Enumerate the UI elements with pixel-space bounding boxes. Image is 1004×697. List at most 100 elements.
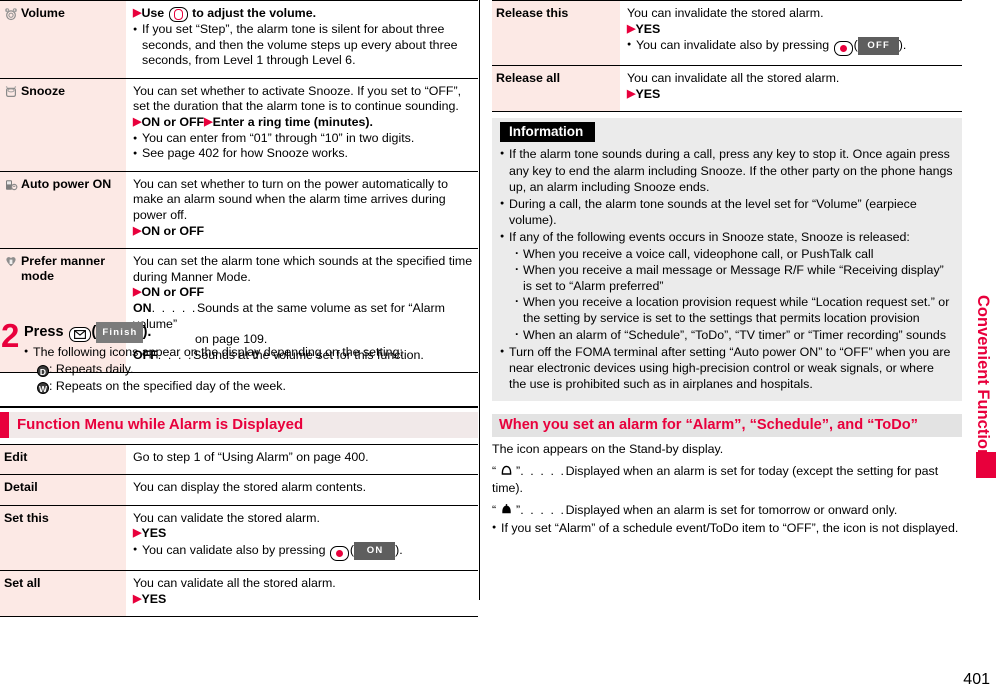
table-row: Auto power ON You can set whether to tur… — [0, 170, 478, 249]
manual-page: Volume ▶Use to adjust the volume. If you… — [0, 0, 1004, 697]
desc-line: ▶ON or OFF▶Enter a ring time (minutes). — [133, 114, 373, 129]
repeat-daily-icon: D — [37, 364, 49, 377]
step-sub: The following icons appear on the displa… — [24, 344, 478, 395]
table-row: Set this You can validate the stored ala… — [0, 504, 478, 571]
information-box: Information If the alarm tone sounds dur… — [492, 118, 962, 402]
term-label: Auto power ON — [21, 176, 112, 191]
alarm-clock-icon — [4, 7, 18, 25]
information-subitem: When an alarm of “Schedule”, “ToDo”, “TV… — [513, 326, 954, 343]
bell-solid-icon — [500, 503, 513, 516]
side-tab-marker — [976, 452, 996, 478]
row-term-auto-power-on: Auto power ON — [0, 170, 126, 249]
mail-key-icon — [68, 327, 91, 342]
center-key-icon — [833, 41, 853, 57]
alarm-icon-heading: When you set an alarm for “Alarm”, “Sche… — [492, 414, 962, 438]
term-label: Snooze — [21, 83, 66, 98]
row-desc-snooze: You can set whether to activate Snooze. … — [126, 77, 478, 172]
nav-key-icon — [168, 7, 188, 22]
step-2-block: 2 Press (Finish). The following icons ap… — [0, 319, 478, 395]
desc-line: You can validate all the stored alarm. — [133, 575, 336, 590]
section-rule — [0, 406, 478, 408]
right-column: Release this You can invalidate the stor… — [492, 0, 962, 697]
desc-line: You can invalidate all the stored alarm. — [627, 71, 840, 86]
term-label: Prefer manner mode — [21, 254, 106, 283]
desc-line: You can set whether to turn on the power… — [133, 176, 449, 222]
term-label: Volume — [21, 6, 65, 20]
table-row: Release this You can invalidate the stor… — [492, 0, 962, 66]
desc-line: You can invalidate the stored alarm. — [627, 6, 824, 20]
alarm-icon-intro: The icon appears on the Stand-by display… — [492, 442, 724, 457]
side-tab: Convenient Functions — [964, 0, 998, 697]
row-term-set-this: Set this — [0, 504, 126, 571]
desc-line: ▶YES — [133, 591, 167, 606]
step-heading: Press (Finish). — [24, 322, 478, 343]
bell-outline-icon — [500, 464, 513, 477]
row-term-edit: Edit — [0, 443, 126, 475]
row-desc-auto-power-on: You can set whether to turn on the power… — [126, 170, 478, 249]
alarm-icon-entry-tomorrow: “ ”. . . . .Displayed when an alarm is s… — [492, 502, 898, 517]
desc-bullet: See page 402 for how Snooze works. — [133, 146, 476, 162]
desc-line: ▶YES — [627, 21, 661, 36]
softkey-label: ON — [354, 541, 396, 560]
softkey-label: OFF — [857, 37, 899, 55]
row-term-detail: Detail — [0, 474, 126, 506]
desc-line: You can set whether to activate Snooze. … — [133, 83, 462, 114]
row-term-set-all: Set all — [0, 569, 126, 618]
alarm-icon-entry-today: “ ”. . . . .Displayed when an alarm is s… — [492, 463, 939, 495]
alarm-icon-note: If you set “Alarm” of a schedule event/T… — [492, 520, 962, 536]
repeat-weekly-line: W: Repeats on the specified day of the w… — [37, 378, 286, 394]
desc-line: You can set the alarm tone which sounds … — [133, 254, 473, 284]
page-number: 401 — [963, 671, 990, 688]
phone-power-icon — [4, 178, 18, 196]
information-subitem: When you receive a location provision re… — [513, 293, 954, 326]
table-row: Snooze You can set whether to activate S… — [0, 77, 478, 172]
function-menu-table-continued: Release this You can invalidate the stor… — [492, 0, 962, 113]
row-term-snooze: Snooze — [0, 77, 126, 172]
information-title: Information — [500, 122, 596, 143]
row-desc-edit: Go to step 1 of “Using Alarm” on page 40… — [126, 443, 478, 475]
repeat-daily-line: D: Repeats daily. — [24, 361, 478, 378]
information-subitem: When you receive a voice call, videophon… — [513, 245, 954, 262]
step-bullet: The following icons appear on the displa… — [24, 344, 478, 361]
desc-bullet: If you set “Step”, the alarm tone is sil… — [133, 22, 476, 69]
arrow-marker: ▶ — [204, 115, 213, 128]
row-desc-release-all: You can invalidate all the stored alarm.… — [620, 65, 962, 113]
table-row: Volume ▶Use to adjust the volume. If you… — [0, 0, 478, 79]
row-desc-detail: You can display the stored alarm content… — [126, 474, 478, 506]
left-column: Volume ▶Use to adjust the volume. If you… — [0, 0, 478, 697]
information-item: If any of the following events occurs in… — [500, 229, 954, 245]
desc-line: ▶YES — [133, 526, 167, 541]
manner-mode-icon — [4, 255, 18, 273]
desc-bullet: You can validate also by pressing (ON). — [133, 541, 476, 561]
desc-line: ▶Use to adjust the volume. — [133, 6, 317, 22]
center-key-icon — [329, 545, 349, 561]
row-term-volume: Volume — [0, 0, 126, 79]
desc-line: You can validate the stored alarm. — [133, 510, 320, 525]
information-item: If the alarm tone sounds during a call, … — [500, 146, 954, 195]
desc-line: ▶YES — [627, 86, 661, 101]
alarm-settings-table: Volume ▶Use to adjust the volume. If you… — [0, 0, 478, 374]
side-tab-label: Convenient Functions — [974, 295, 992, 469]
table-row: Set all You can validate all the stored … — [0, 569, 478, 618]
row-term-release-all: Release all — [492, 65, 620, 113]
heading-accent-bar — [0, 411, 9, 438]
row-desc-release-this: You can invalidate the stored alarm. ▶YE… — [620, 0, 962, 66]
information-item: Turn off the FOMA terminal after setting… — [500, 344, 954, 393]
table-row: Edit Go to step 1 of “Using Alarm” on pa… — [0, 443, 478, 475]
desc-line: ▶ON or OFF — [133, 223, 205, 238]
row-desc-volume: ▶Use to adjust the volume. If you set “S… — [126, 0, 478, 79]
table-row: Release all You can invalidate all the s… — [492, 65, 962, 113]
heading-text: Function Menu while Alarm is Displayed — [17, 416, 304, 434]
desc-bullet: You can enter from “01” through “10” in … — [133, 131, 476, 147]
table-row: Detail You can display the stored alarm … — [0, 474, 478, 506]
desc-bullet: You can invalidate also by pressing (OFF… — [627, 37, 960, 57]
function-menu-heading: Function Menu while Alarm is Displayed — [0, 411, 478, 438]
softkey-label: Finish — [96, 322, 143, 343]
function-menu-table: Edit Go to step 1 of “Using Alarm” on pa… — [0, 443, 478, 618]
information-subitem: When you receive a mail message or Messa… — [513, 261, 954, 294]
snooze-clock-icon — [4, 85, 18, 103]
desc-line: ▶ON or OFF — [133, 285, 205, 300]
repeat-weekly-icon: W — [37, 381, 49, 394]
column-divider — [479, 0, 480, 600]
row-term-release-this: Release this — [492, 0, 620, 66]
